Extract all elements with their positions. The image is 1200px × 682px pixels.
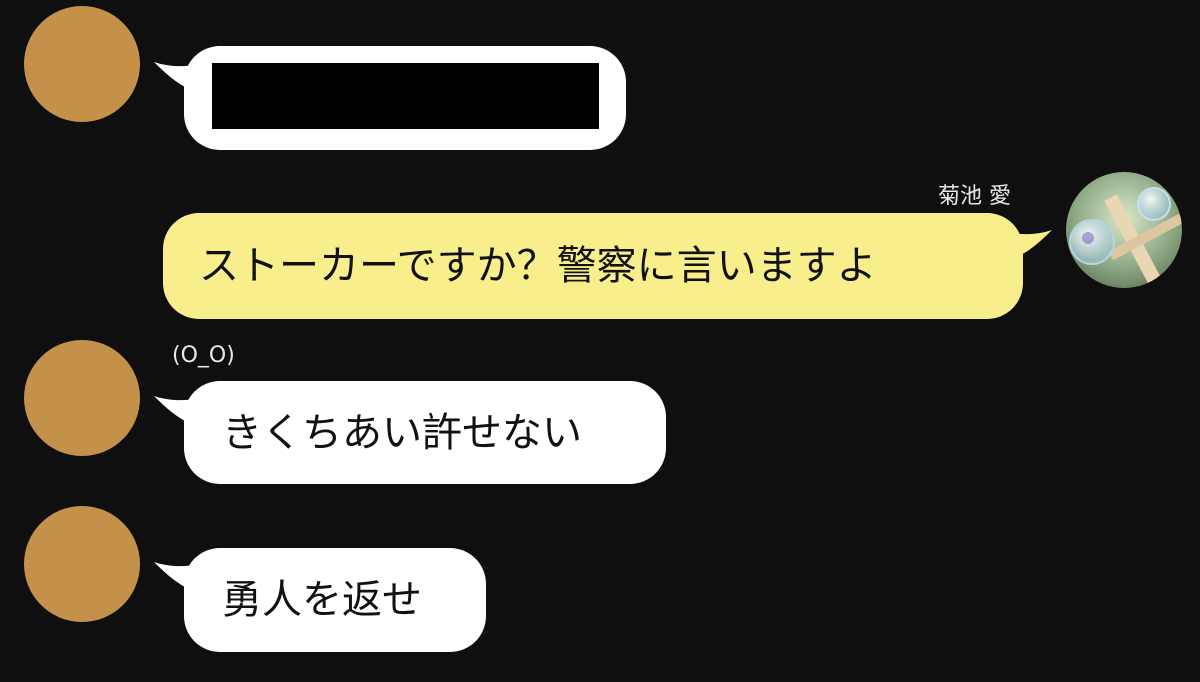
- avatar-photo-image: [1066, 172, 1182, 288]
- contact-avatar[interactable]: [24, 340, 140, 456]
- contact-avatar[interactable]: [24, 6, 140, 122]
- sender-name: 菊池 愛: [938, 184, 1011, 209]
- message-text: きくちあい許せない: [222, 409, 582, 456]
- sender-name: (O_O): [172, 343, 235, 368]
- chat-log: 菊池 愛 ストーカーですか？警察に言いますよ (O_O) きくちあい許せない 勇…: [0, 0, 1200, 682]
- user-avatar[interactable]: [1066, 172, 1182, 288]
- contact-avatar[interactable]: [24, 506, 140, 622]
- message-bubble-incoming[interactable]: きくちあい許せない: [184, 381, 666, 484]
- message-bubble-incoming[interactable]: 勇人を返せ: [184, 548, 486, 652]
- message-text: 勇人を返せ: [222, 577, 422, 623]
- redaction-bar: [212, 63, 599, 129]
- message-text: ストーカーですか？警察に言いますよ: [199, 243, 877, 289]
- message-bubble-outgoing[interactable]: ストーカーですか？警察に言いますよ: [163, 213, 1023, 319]
